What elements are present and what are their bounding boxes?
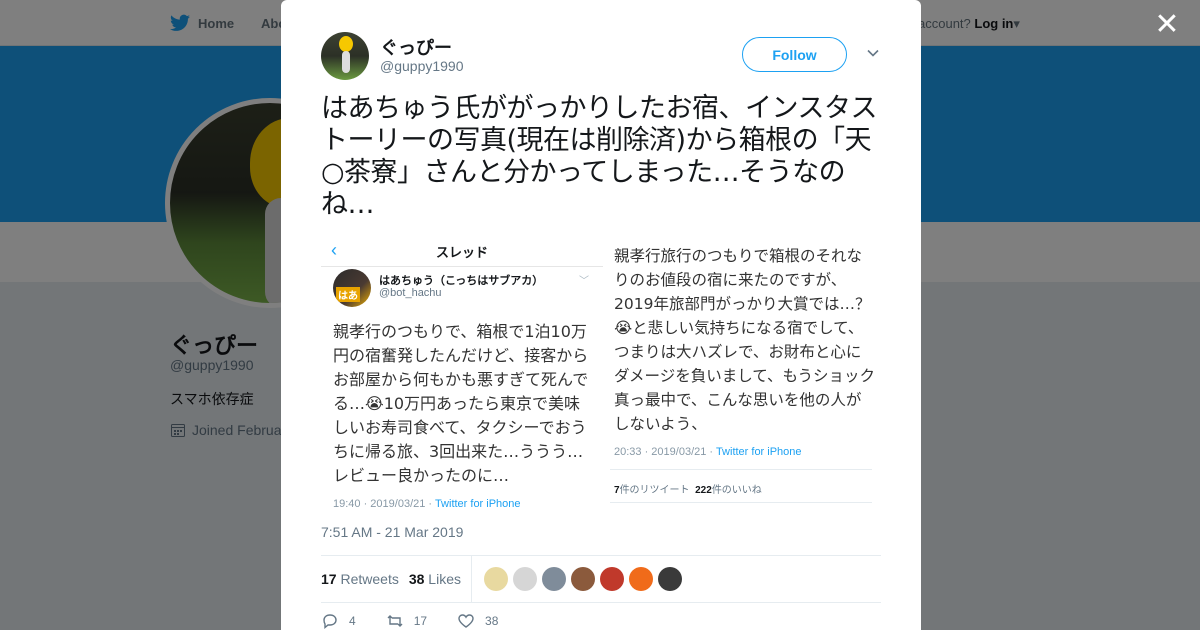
retweets-count: 17 bbox=[321, 571, 337, 587]
embedded-likes-text: 件のいいね bbox=[711, 485, 762, 496]
divider bbox=[610, 469, 872, 470]
retweet-count: 17 bbox=[413, 614, 428, 628]
avatar-figure-shape bbox=[342, 51, 350, 73]
embedded-counts: 7件のリツイート 222件のいいね bbox=[614, 481, 762, 496]
meta-source: Twitter for iPhone bbox=[715, 446, 802, 458]
embedded-meta: 20:33 · 2019/03/21 · Twitter for iPhone bbox=[614, 446, 802, 458]
embedded-tweet-text: 親孝行のつもりで、箱根で1泊10万円の宿奮発したんだけど、接客からお部屋から何も… bbox=[333, 322, 589, 485]
follow-button[interactable]: Follow bbox=[742, 37, 847, 72]
liker-avatar[interactable] bbox=[512, 567, 537, 591]
liker-avatar[interactable] bbox=[628, 567, 653, 591]
divider bbox=[470, 556, 472, 602]
liker-avatar[interactable] bbox=[657, 567, 682, 591]
likes-stat[interactable]: 38 Likes bbox=[409, 571, 461, 587]
tweet-actions: 4 17 38 bbox=[321, 612, 528, 630]
meta-source: Twitter for iPhone bbox=[434, 498, 521, 510]
reply-icon bbox=[323, 614, 337, 629]
thread-title: スレッド bbox=[435, 245, 488, 260]
likes-label: Likes bbox=[428, 571, 461, 587]
tweet-modal: ぐっぴー @guppy1990 Follow はあちゅう氏ががっかりしたお宿、イ… bbox=[281, 0, 921, 630]
embedded-likes-num: 222 bbox=[695, 485, 712, 496]
tweet-author-name[interactable]: ぐっぴー bbox=[380, 34, 452, 60]
tweet-image-right[interactable]: 親孝行旅行のつもりで箱根のそれなりのお値段の宿に来たのですが、2019年旅部門が… bbox=[608, 232, 881, 518]
meta-time: 19:40 · 2019/03/21 · bbox=[333, 498, 435, 510]
avatar-badge: はあ bbox=[336, 287, 360, 302]
retweets-stat[interactable]: 17 Retweets bbox=[321, 571, 399, 587]
meta-time: 20:33 · 2019/03/21 · bbox=[614, 446, 716, 458]
tweet-text: はあちゅう氏ががっかりしたお宿、インスタストーリーの写真(現在は削除済)から箱根… bbox=[321, 93, 877, 220]
heart-icon bbox=[458, 614, 474, 628]
retweets-label: Retweets bbox=[340, 571, 399, 587]
reply-button[interactable]: 4 bbox=[321, 612, 356, 630]
thread-header: ‹ スレッド bbox=[321, 232, 603, 267]
retweet-icon bbox=[387, 615, 403, 627]
liker-avatar[interactable] bbox=[599, 567, 624, 591]
tweet-author-handle[interactable]: @guppy1990 bbox=[380, 58, 464, 74]
liker-avatar[interactable] bbox=[570, 567, 595, 591]
like-count: 38 bbox=[485, 614, 499, 628]
liker-avatar[interactable] bbox=[541, 567, 566, 591]
chevron-down-icon: ﹀ bbox=[579, 276, 589, 287]
liker-avatar[interactable] bbox=[483, 567, 508, 591]
embedded-meta: 19:40 · 2019/03/21 · Twitter for iPhone bbox=[333, 498, 521, 510]
embedded-retweets-text: 件のリツイート bbox=[619, 485, 690, 496]
like-button[interactable]: 38 bbox=[457, 612, 498, 630]
avatar-duck-shape bbox=[339, 36, 353, 52]
tweet-timestamp[interactable]: 7:51 AM - 21 Mar 2019 bbox=[321, 524, 463, 540]
divider bbox=[321, 602, 881, 603]
embedded-tweet-text: 親孝行旅行のつもりで箱根のそれなりのお値段の宿に来たのですが、2019年旅部門が… bbox=[614, 247, 876, 433]
retweet-button[interactable]: 17 bbox=[386, 612, 427, 630]
tweet-image-left[interactable]: ‹ スレッド はあ はあちゅう（こっちはサブアカ） @bot_hachu ﹀ 親… bbox=[321, 232, 603, 518]
tweet-author-avatar[interactable] bbox=[321, 32, 369, 80]
reply-count: 4 bbox=[349, 614, 356, 628]
liker-avatars bbox=[483, 567, 682, 591]
chevron-down-icon[interactable] bbox=[865, 45, 881, 61]
tweet-stats: 17 Retweets 38 Likes bbox=[321, 556, 881, 602]
embedded-user-name: はあちゅう（こっちはサブアカ） bbox=[379, 275, 544, 287]
embedded-avatar: はあ bbox=[333, 269, 371, 307]
close-icon[interactable]: ✕ bbox=[1153, 10, 1181, 40]
likes-count: 38 bbox=[408, 571, 425, 587]
embedded-user-handle: @bot_hachu bbox=[379, 287, 442, 299]
divider bbox=[610, 502, 872, 503]
